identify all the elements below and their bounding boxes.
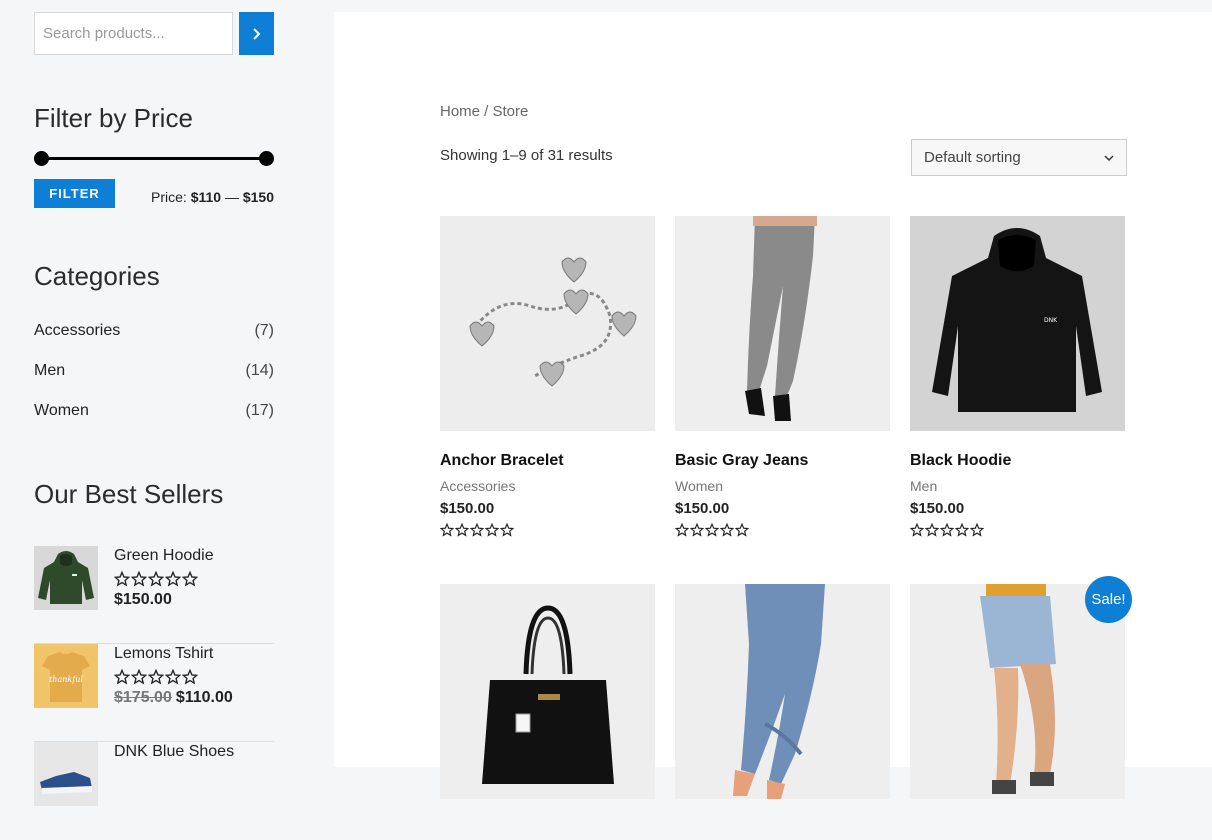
category-count: (17) bbox=[245, 402, 274, 419]
product-card[interactable] bbox=[440, 584, 655, 804]
slider-min-handle[interactable] bbox=[34, 151, 49, 166]
breadcrumb[interactable]: Home / Store bbox=[440, 103, 528, 120]
star-outline-icon bbox=[720, 523, 734, 537]
result-count: Showing 1–9 of 31 results bbox=[440, 147, 613, 164]
category-name[interactable]: Women bbox=[34, 402, 89, 442]
best-seller-item[interactable]: Green Hoodie $150.00 bbox=[34, 546, 274, 644]
green-hoodie-thumbnail[interactable] bbox=[34, 546, 98, 610]
category-list: Accessories (7) Men (14) Women (17) bbox=[34, 322, 274, 442]
best-seller-item[interactable]: DNK Blue Shoes bbox=[34, 742, 274, 840]
star-outline-icon bbox=[955, 523, 969, 537]
best-seller-name[interactable]: Green Hoodie bbox=[114, 547, 214, 565]
star-outline-icon bbox=[690, 523, 704, 537]
filter-button[interactable]: FILTER bbox=[34, 179, 115, 208]
rating-stars bbox=[910, 523, 1125, 537]
star-outline-icon bbox=[182, 669, 198, 685]
price-min: $110 bbox=[190, 189, 222, 205]
gray-jeans-image[interactable] bbox=[675, 216, 890, 431]
search-input[interactable] bbox=[34, 12, 233, 55]
product-name[interactable]: Basic Gray Jeans bbox=[675, 452, 890, 470]
search-button[interactable] bbox=[239, 12, 274, 55]
categories-title: Categories bbox=[34, 261, 160, 291]
star-outline-icon bbox=[910, 523, 924, 537]
chevron-right-icon bbox=[252, 27, 260, 40]
rating-stars bbox=[114, 571, 214, 587]
category-item-women[interactable]: Women (17) bbox=[34, 402, 274, 442]
best-seller-name[interactable]: Lemons Tshirt bbox=[114, 645, 233, 663]
category-item-accessories[interactable]: Accessories (7) bbox=[34, 322, 274, 362]
star-outline-icon bbox=[114, 571, 130, 587]
category-name[interactable]: Accessories bbox=[34, 322, 120, 362]
star-outline-icon bbox=[470, 523, 484, 537]
product-price: $150.00 bbox=[440, 500, 495, 517]
star-outline-icon bbox=[131, 571, 147, 587]
star-outline-icon bbox=[925, 523, 939, 537]
product-name[interactable]: Anchor Bracelet bbox=[440, 452, 655, 470]
old-price: $175.00 bbox=[114, 689, 172, 706]
category-count: (14) bbox=[245, 362, 274, 379]
black-hoodie-image[interactable]: DNK bbox=[910, 216, 1125, 431]
star-outline-icon bbox=[182, 571, 198, 587]
star-outline-icon bbox=[940, 523, 954, 537]
star-outline-icon bbox=[485, 523, 499, 537]
product-card[interactable]: Anchor Bracelet Accessories $150.00 bbox=[440, 216, 655, 537]
svg-text:DNK: DNK bbox=[1044, 317, 1058, 324]
anchor-bracelet-image[interactable] bbox=[440, 216, 655, 431]
price-filter-title: Filter by Price bbox=[34, 103, 193, 133]
slider-track bbox=[41, 157, 267, 160]
product-price: $150.00 bbox=[675, 500, 730, 517]
best-seller-price: $150.00 bbox=[114, 591, 214, 609]
star-outline-icon bbox=[440, 523, 454, 537]
rating-stars bbox=[675, 523, 890, 537]
product-card[interactable] bbox=[675, 584, 890, 804]
category-count: (7) bbox=[254, 322, 274, 339]
star-outline-icon bbox=[500, 523, 514, 537]
price-max: $150 bbox=[242, 189, 274, 205]
sorting-select[interactable]: Default sorting bbox=[911, 139, 1127, 176]
star-outline-icon bbox=[165, 669, 181, 685]
slider-max-handle[interactable] bbox=[259, 151, 274, 166]
price-slider bbox=[34, 150, 274, 166]
product-category[interactable]: Men bbox=[910, 478, 1125, 494]
star-outline-icon bbox=[970, 523, 984, 537]
product-category[interactable]: Accessories bbox=[440, 478, 655, 494]
product-price: $150.00 bbox=[910, 500, 965, 517]
current-price: $110.00 bbox=[175, 689, 233, 706]
product-search bbox=[34, 12, 274, 55]
category-name[interactable]: Men bbox=[34, 362, 65, 402]
star-outline-icon bbox=[114, 669, 130, 685]
product-listing: Home / Store Showing 1–9 of 31 results D… bbox=[334, 12, 1212, 799]
star-outline-icon bbox=[148, 669, 164, 685]
star-outline-icon bbox=[705, 523, 719, 537]
best-seller-item[interactable]: thankful Lemons Tshirt $175.00 $110.00 bbox=[34, 644, 274, 742]
product-card[interactable]: Basic Gray Jeans Women $150.00 bbox=[675, 216, 890, 537]
star-outline-icon bbox=[165, 571, 181, 587]
price-range-label: Price: $110 — $150 bbox=[151, 189, 274, 205]
star-outline-icon bbox=[131, 669, 147, 685]
star-outline-icon bbox=[735, 523, 749, 537]
svg-text:thankful: thankful bbox=[49, 675, 83, 684]
price-label: Price: bbox=[151, 189, 187, 205]
product-category[interactable]: Women bbox=[675, 478, 890, 494]
lemons-tshirt-thumbnail[interactable]: thankful bbox=[34, 644, 98, 708]
sale-badge: Sale! bbox=[1085, 576, 1132, 623]
chevron-down-icon bbox=[1104, 154, 1114, 161]
current-price: $150.00 bbox=[114, 591, 172, 608]
star-outline-icon bbox=[675, 523, 689, 537]
best-seller-name[interactable]: DNK Blue Shoes bbox=[114, 743, 234, 761]
product-name[interactable]: Black Hoodie bbox=[910, 452, 1125, 470]
product-card[interactable]: DNK Black Hoodie Men $150.00 bbox=[910, 216, 1125, 537]
category-item-men[interactable]: Men (14) bbox=[34, 362, 274, 402]
rating-stars bbox=[440, 523, 655, 537]
blue-shoes-thumbnail[interactable] bbox=[34, 742, 98, 806]
rating-stars bbox=[114, 669, 233, 685]
star-outline-icon bbox=[455, 523, 469, 537]
best-sellers-list: Green Hoodie $150.00 thankful Lemons Tsh… bbox=[34, 546, 274, 840]
sorting-selected-value: Default sorting bbox=[924, 149, 1021, 166]
price-separator: — bbox=[224, 189, 239, 205]
best-seller-price: $175.00 $110.00 bbox=[114, 689, 233, 707]
best-sellers-title: Our Best Sellers bbox=[34, 479, 224, 509]
star-outline-icon bbox=[148, 571, 164, 587]
sidebar: Filter by Price FILTER Price: $110 — $15… bbox=[0, 0, 334, 806]
